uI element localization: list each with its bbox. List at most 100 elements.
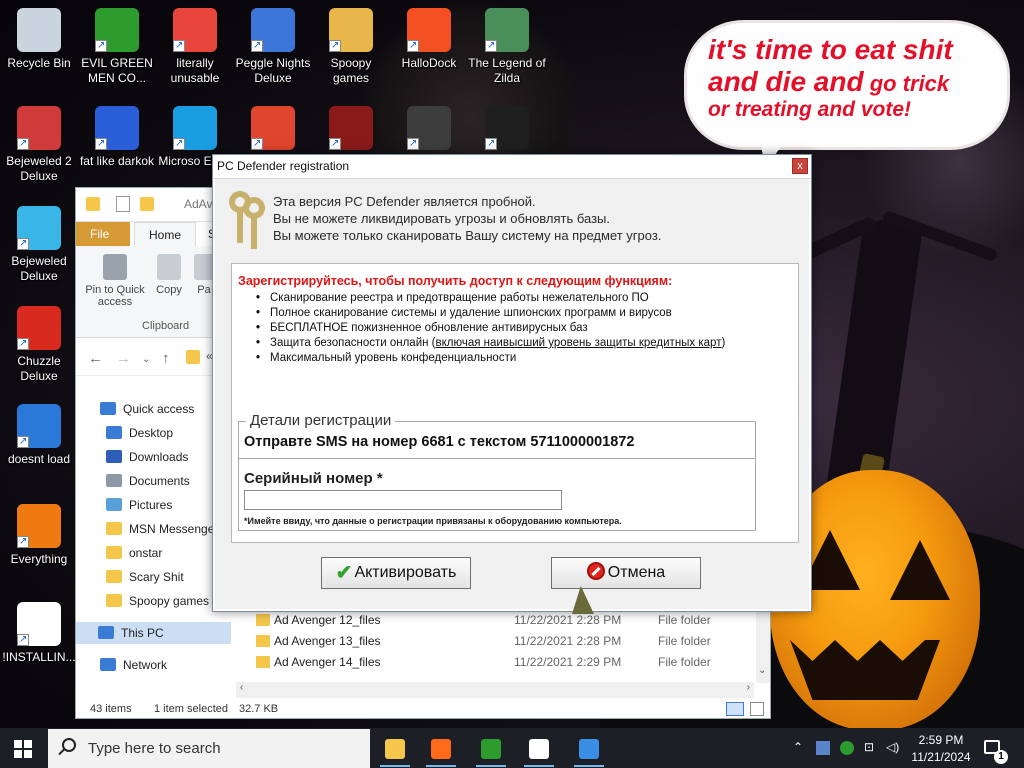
tray-overflow-chevron-icon[interactable]: ⌃	[793, 740, 803, 754]
desktop-icon[interactable]: Bejeweled Deluxe	[0, 206, 78, 284]
desktop-icon[interactable]: EVIL GREEN MEN CO...	[78, 8, 156, 86]
close-button[interactable]: x	[792, 158, 808, 174]
windows-icon	[407, 8, 451, 53]
sidebar-item[interactable]: Downloads	[106, 446, 188, 468]
desktop-icon[interactable]: The Legend of Zilda	[468, 8, 546, 86]
sidebar-item-label: Network	[123, 658, 168, 672]
desktop-icon[interactable]	[468, 106, 546, 154]
folder-icon	[329, 8, 373, 53]
scroll-right-icon[interactable]: ›	[747, 682, 750, 693]
scroll-down-icon[interactable]: ⌄	[758, 665, 766, 676]
network-icon[interactable]: ⊡	[864, 740, 874, 754]
tab-home[interactable]: Home	[134, 222, 197, 246]
desktop-icon[interactable]: doesnt load	[0, 404, 78, 467]
recycle-bin-icon	[17, 8, 61, 52]
file-date: 11/22/2021 2:28 PM	[514, 634, 622, 648]
start-button[interactable]	[14, 740, 32, 758]
trial-notice-line: Вы можете только сканировать Вашу систем…	[273, 228, 662, 243]
dialog-titlebar[interactable]: PC Defender registration x	[213, 155, 811, 179]
desktop-icon[interactable]: Chuzzle Deluxe	[0, 306, 78, 384]
pin-to-quick-access-button[interactable]: Pin to Quick access	[82, 254, 148, 308]
desktop-icon[interactable]: literally unusable	[156, 8, 234, 86]
tray-app-icon[interactable]	[816, 741, 830, 755]
credit-card-protection-link[interactable]: включая наивысший уровень защиты кредитн…	[436, 337, 722, 349]
peggle-icon	[251, 8, 295, 53]
file-date: 11/22/2021 2:29 PM	[514, 655, 622, 669]
shortcut-arrow-icon	[95, 38, 107, 53]
desktop-icon[interactable]: HalloDock	[390, 8, 468, 71]
trial-notice: Эта версия PC Defender является пробной.…	[273, 193, 661, 244]
sidebar-item[interactable]: MSN Messenger	[106, 518, 218, 540]
explorer-title: AdAv	[184, 197, 213, 211]
new-folder-icon[interactable]	[140, 197, 154, 211]
desktop-icon[interactable]	[234, 106, 312, 154]
status-bar: 43 items 1 item selected 32.7 KB	[76, 698, 770, 720]
desktop-icon[interactable]: Everything	[0, 504, 78, 567]
cancel-button[interactable]: Отмена	[551, 557, 701, 589]
forward-arrow-icon[interactable]: →	[116, 350, 131, 367]
up-arrow-icon[interactable]: ↑	[162, 350, 170, 367]
search-placeholder[interactable]: Type here to search	[88, 740, 221, 757]
desktop-icon-label: Recycle Bin	[7, 56, 71, 70]
file-date: 11/22/2021 2:28 PM	[514, 613, 622, 627]
desktop-icon[interactable]: fat like darkok	[78, 106, 156, 169]
taskbar-clock[interactable]: 2:59 PM 11/21/2024	[903, 732, 979, 766]
sidebar-item[interactable]: Scary Shit	[106, 566, 184, 588]
download-icon	[106, 450, 122, 463]
desktop-icon[interactable]: Peggle Nights Deluxe	[234, 8, 312, 86]
msn-people-icon	[95, 8, 139, 53]
sidebar-item[interactable]: Desktop	[106, 422, 173, 444]
recent-dropdown-icon[interactable]: ⌄	[142, 354, 150, 365]
tab-file[interactable]: File	[76, 222, 130, 246]
flash-icon	[329, 106, 373, 151]
sidebar-item[interactable]: Pictures	[106, 494, 172, 516]
sidebar-item[interactable]: Spoopy games	[106, 590, 209, 612]
pc-defender-dialog[interactable]: PC Defender registration x Эта версия PC…	[212, 154, 812, 612]
taskbar-app-button[interactable]	[420, 731, 462, 767]
taskbar-app-button[interactable]	[374, 731, 416, 767]
horizontal-scrollbar[interactable]: ‹ ›	[236, 682, 754, 698]
scroll-left-icon[interactable]: ‹	[240, 682, 243, 693]
clock-time: 2:59 PM	[918, 733, 964, 747]
keys-icon	[229, 191, 269, 249]
taskbar-app-button[interactable]	[470, 731, 512, 767]
file-row[interactable]: Ad Avenger 14_files 11/22/2021 2:29 PM Fil…	[256, 652, 756, 673]
bubble-line: go trick	[863, 71, 950, 97]
sidebar-item[interactable]: Quick access	[100, 398, 194, 420]
tray-people-icon[interactable]	[840, 741, 854, 755]
copy-button[interactable]: Copy	[154, 254, 184, 296]
serial-number-input[interactable]	[244, 490, 562, 510]
activate-button[interactable]: ✔ Активировать	[321, 557, 471, 589]
sidebar-item-label: Downloads	[129, 450, 189, 464]
shortcut-arrow-icon	[17, 534, 29, 549]
properties-icon[interactable]	[116, 196, 130, 212]
paste-button[interactable]: Pa	[194, 254, 218, 296]
taskbar-app-button[interactable]	[568, 731, 610, 767]
large-icons-view-icon[interactable]	[750, 702, 764, 716]
volume-icon[interactable]: ◁)	[886, 740, 899, 754]
file-row[interactable]: Ad Avenger 12_files 11/22/2021 2:28 PM Fil…	[256, 610, 756, 631]
sidebar-item[interactable]: onstar	[106, 542, 162, 564]
copy-label: Copy	[156, 284, 182, 296]
key-ring	[243, 197, 265, 219]
desktop-icon[interactable]	[312, 106, 390, 154]
desktop-icon[interactable]: Spoopy games	[312, 8, 390, 86]
file-row[interactable]: Ad Avenger 13_files 11/22/2021 2:28 PM Fil…	[256, 631, 756, 652]
sidebar-item[interactable]: Network	[100, 654, 167, 676]
sidebar-item[interactable]: This PC	[76, 622, 231, 644]
desktop-icon[interactable]	[390, 106, 468, 154]
desktop-icon[interactable]: Recycle Bin	[0, 8, 78, 71]
sidebar-item[interactable]: Documents	[106, 470, 190, 492]
desktop-icon[interactable]: Bejeweled 2 Deluxe	[0, 106, 78, 184]
back-arrow-icon[interactable]: ←	[88, 350, 103, 367]
shortcut-arrow-icon	[329, 38, 341, 53]
feature-text: БЕСПЛАТНОЕ пожизненное обновление антиви…	[270, 322, 588, 334]
desktop-icon[interactable]: !INSTALLIN...	[0, 602, 78, 665]
firefox-icon	[431, 739, 451, 759]
shortcut-arrow-icon	[407, 38, 419, 53]
taskbar-app-button[interactable]	[518, 731, 560, 767]
copy-icon	[157, 254, 181, 280]
details-view-icon[interactable]	[726, 702, 744, 716]
desktop-icon-label: literally unusable	[170, 56, 220, 85]
bubble-line: and die and	[708, 66, 864, 98]
